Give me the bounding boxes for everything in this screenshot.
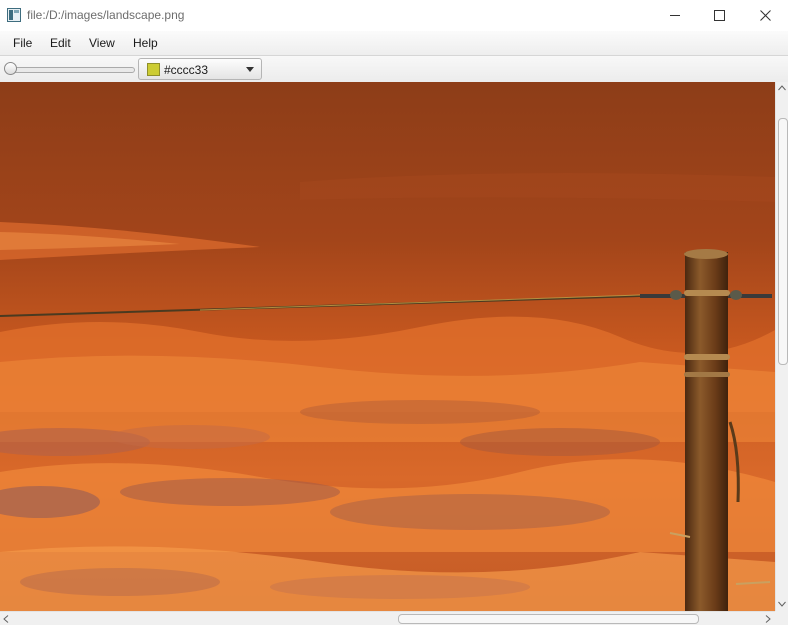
- title-bar: file:/D:/images/landscape.png: [0, 0, 788, 31]
- close-icon: [759, 10, 771, 21]
- minimize-button[interactable]: [652, 0, 698, 31]
- landscape-image: [0, 82, 775, 611]
- color-picker[interactable]: #cccc33: [138, 58, 262, 80]
- chevron-down-icon: [246, 67, 254, 72]
- scroll-left-arrow-icon[interactable]: [3, 615, 9, 623]
- maximize-icon: [713, 10, 725, 21]
- minimize-icon: [669, 15, 680, 16]
- vertical-scrollbar[interactable]: [775, 82, 788, 611]
- menu-help[interactable]: Help: [133, 36, 158, 50]
- menu-view[interactable]: View: [89, 36, 115, 50]
- toolbar: #cccc33: [0, 56, 788, 83]
- horizontal-scrollbar[interactable]: [0, 611, 775, 625]
- scroll-up-arrow-icon[interactable]: [778, 85, 786, 91]
- menu-file[interactable]: File: [13, 36, 32, 50]
- horizontal-scroll-thumb[interactable]: [398, 614, 699, 624]
- menu-edit[interactable]: Edit: [50, 36, 71, 50]
- window-title: file:/D:/images/landscape.png: [27, 8, 185, 22]
- maximize-button[interactable]: [696, 0, 742, 31]
- utility-pole: [685, 252, 728, 611]
- color-swatch: [147, 63, 160, 76]
- zoom-slider-track[interactable]: [7, 67, 135, 73]
- scroll-down-arrow-icon[interactable]: [778, 601, 786, 607]
- image-canvas[interactable]: [0, 82, 775, 611]
- scroll-right-arrow-icon[interactable]: [765, 615, 771, 623]
- color-picker-value: #cccc33: [164, 63, 209, 77]
- zoom-slider-thumb[interactable]: [4, 62, 17, 75]
- vertical-scroll-thumb[interactable]: [778, 118, 788, 365]
- scrollbar-corner: [775, 611, 788, 625]
- menu-bar: File Edit View Help: [0, 31, 788, 56]
- close-button[interactable]: [742, 0, 788, 31]
- app-window-icon: [7, 8, 21, 22]
